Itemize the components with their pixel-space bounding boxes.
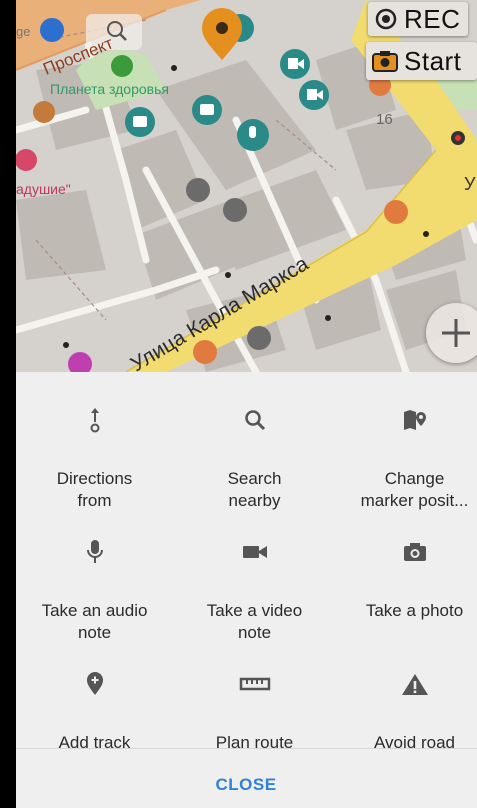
map-label-shop: адушие" bbox=[16, 181, 71, 197]
take-photo-button[interactable]: Take a photo bbox=[338, 538, 477, 622]
video-camera-icon bbox=[242, 546, 267, 558]
change-marker-icon bbox=[403, 410, 426, 430]
record-label: REC bbox=[404, 3, 461, 34]
take-audio-note-label: Take an audio note bbox=[41, 601, 148, 642]
take-video-note-label: Take a video note bbox=[206, 601, 303, 642]
add-track-label: Add track bbox=[58, 733, 131, 752]
ruler-icon bbox=[239, 677, 270, 691]
search-icon bbox=[244, 410, 265, 431]
context-menu-sheet: Directions from Search nearby Change mar… bbox=[16, 372, 477, 808]
add-track-pin-icon bbox=[86, 672, 103, 695]
camera-icon bbox=[403, 543, 426, 561]
divider bbox=[16, 748, 477, 749]
map-edge-label-right: У bbox=[464, 174, 476, 194]
close-button[interactable]: CLOSE bbox=[196, 770, 296, 800]
plan-route-label: Plan route bbox=[215, 733, 294, 752]
change-marker-label: Change marker posit... bbox=[360, 469, 469, 510]
directions-from-icon bbox=[90, 408, 99, 433]
start-button[interactable]: Start bbox=[366, 42, 477, 80]
plus-icon bbox=[442, 319, 470, 347]
take-photo-label: Take a photo bbox=[365, 601, 464, 620]
directions-from-button[interactable]: Directions from bbox=[18, 406, 171, 512]
avoid-road-label: Avoid road bbox=[374, 733, 455, 752]
take-video-note-button[interactable]: Take a video note bbox=[178, 538, 331, 644]
search-nearby-button[interactable]: Search nearby bbox=[178, 406, 331, 512]
map-house-number: 16 bbox=[376, 111, 393, 128]
take-audio-note-button[interactable]: Take an audio note bbox=[18, 538, 171, 644]
change-marker-position-button[interactable]: Change marker posit... bbox=[338, 406, 477, 512]
add-track-button[interactable]: Add track bbox=[18, 670, 171, 754]
camera-icon bbox=[372, 51, 398, 72]
warning-icon bbox=[401, 674, 428, 695]
record-button[interactable]: REC bbox=[368, 2, 468, 36]
start-label: Start bbox=[404, 45, 462, 76]
directions-from-label: Directions from bbox=[56, 469, 133, 510]
search-nearby-label: Search nearby bbox=[227, 469, 282, 510]
map-edge-label-left: ge bbox=[16, 24, 30, 39]
record-icon bbox=[375, 8, 397, 30]
zoom-in-button[interactable] bbox=[426, 303, 477, 363]
avoid-road-button[interactable]: Avoid road bbox=[338, 670, 477, 754]
microphone-icon bbox=[86, 540, 103, 563]
plan-route-button[interactable]: Plan route bbox=[178, 670, 331, 754]
map-label-pharmacy: Планета здоровья bbox=[50, 81, 169, 97]
